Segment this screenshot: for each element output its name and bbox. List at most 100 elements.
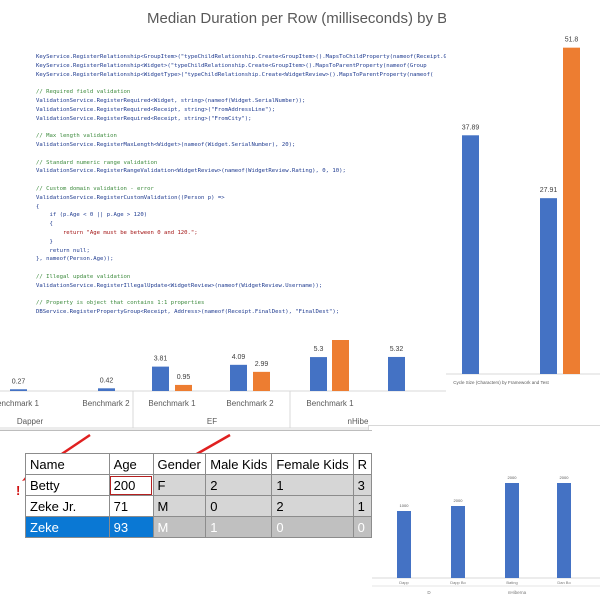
cell-gender[interactable]: M	[152, 516, 207, 538]
bar-series-1	[10, 389, 27, 391]
cell-gender[interactable]: F	[152, 474, 207, 496]
code-line: if (p.Age < 0 || p.Age > 120)	[36, 212, 148, 219]
data-label: 2.99	[255, 361, 269, 368]
column-header-age[interactable]: Age	[108, 453, 154, 475]
cell-r[interactable]: 1	[352, 495, 373, 517]
cell-male-kids[interactable]: 2	[205, 474, 273, 496]
right-chart-svg: 37.89 27.91 51.8 Cycle Size (Characters) b…	[446, 37, 600, 385]
cell-name[interactable]: Zeke Jr.	[25, 495, 110, 517]
code-line: KeyService.RegisterRelationship<Widget>(…	[36, 62, 427, 69]
cell-female-kids[interactable]: 2	[271, 495, 354, 517]
bar-series-2	[253, 371, 270, 391]
cell-gender[interactable]: M	[152, 495, 207, 517]
bar-series-2	[175, 384, 192, 391]
right-bar	[540, 198, 557, 374]
bar-series-1	[98, 388, 115, 391]
category-label: Benchmark 2	[82, 399, 130, 408]
small-bar	[451, 506, 465, 578]
data-label: 37.89	[462, 124, 480, 131]
category-label: Bating	[506, 580, 517, 585]
code-line: ValidationService.RegisterRequired<Recei…	[36, 115, 252, 122]
code-line: KeyService.RegisterRelationship<WidgetTy…	[36, 71, 434, 78]
code-line: ValidationService.RegisterCustomValidati…	[36, 194, 225, 201]
cell-age[interactable]: 71	[108, 495, 154, 517]
small-chart-panel: 1000 Dapp 2000 Dapp Bo 2000 Bating 2000 Dan Bo …	[368, 425, 600, 601]
table-row-selected[interactable]: Zeke 93 M 1 0 0	[25, 516, 373, 538]
row-error-icon: !	[16, 483, 21, 498]
code-line: }, nameof(Person.Age));	[36, 256, 114, 263]
small-chart-svg: 1000Dapp2000Dapp Bo2000Bating2000Dan Bo …	[369, 475, 600, 595]
cell-female-kids[interactable]: 0	[271, 516, 354, 538]
cell-age[interactable]: 93	[108, 516, 154, 538]
data-grid[interactable]: Name Age Gender Male Kids Female Kids R …	[25, 453, 373, 538]
code-line: // Custom domain validation - error	[36, 186, 154, 192]
data-label: 0.27	[12, 378, 26, 385]
table-row[interactable]: Betty 200 F 2 1 3	[25, 474, 373, 496]
right-axis-title: Cycle Size (Characters) by Framework and…	[453, 380, 549, 385]
bar-series-1	[388, 356, 405, 391]
code-line: // Property is object that contains 1:1 …	[36, 300, 205, 307]
code-line: ValidationService.RegisterRequired<Widge…	[36, 98, 306, 104]
category-label: Benchmark 1	[148, 399, 196, 408]
code-line: // Illegal update validation	[36, 274, 131, 280]
bar-series-1	[310, 357, 327, 391]
bar-series-1	[230, 364, 247, 391]
column-header-female-kids[interactable]: Female Kids	[271, 453, 354, 475]
code-line: ValidationService.RegisterRangeValidatio…	[36, 168, 346, 175]
group-label: nHibe	[348, 417, 369, 426]
code-line: return "Age must be between 0 and 120.";	[36, 230, 198, 236]
cell-name[interactable]: Betty	[25, 474, 110, 496]
column-header-name[interactable]: Name	[25, 453, 110, 475]
column-header-male-kids[interactable]: Male Kids	[205, 453, 273, 475]
small-bar	[557, 483, 571, 578]
bar-series-1	[152, 366, 169, 391]
datagrid-panel: ! Name Age Gender Male Kids Female Kids …	[0, 430, 373, 601]
data-label: 3.81	[154, 356, 168, 363]
small-bar	[505, 483, 519, 578]
small-axis-label: D	[427, 590, 431, 595]
code-line: // Required field validation	[36, 89, 131, 96]
data-label: 0.42	[100, 377, 114, 384]
category-label: Benchmark 1	[306, 399, 354, 408]
group-label: Dapper	[17, 417, 44, 426]
code-line: // Max length validation	[36, 133, 117, 140]
data-label: 2000	[560, 475, 570, 480]
data-label: 4.09	[232, 354, 246, 361]
right-bar	[563, 47, 580, 374]
cell-male-kids[interactable]: 0	[205, 495, 273, 517]
cell-r[interactable]: 0	[352, 516, 373, 538]
right-chart-panel: 37.89 27.91 51.8 Cycle Size (Characters) b…	[446, 12, 600, 392]
cell-male-kids[interactable]: 1	[205, 516, 273, 538]
right-bar	[462, 135, 479, 374]
data-label: 2000	[454, 498, 464, 503]
category-label: Dan Bo	[557, 580, 571, 585]
code-line: ValidationService.RegisterRequired<Recei…	[36, 106, 276, 113]
table-row[interactable]: Zeke Jr. 71 M 0 2 1	[25, 495, 373, 517]
code-line: }	[36, 238, 53, 245]
code-line: // Standard numeric range validation	[36, 159, 158, 166]
grid-header-row: Name Age Gender Male Kids Female Kids R	[25, 453, 373, 475]
code-line: ValidationService.RegisterIllegalUpdate<…	[36, 282, 323, 289]
cell-female-kids[interactable]: 1	[271, 474, 354, 496]
code-line: KeyService.RegisterRelationship<GroupIte…	[36, 54, 454, 60]
data-label: 5.3	[314, 346, 324, 353]
cell-r[interactable]: 3	[352, 474, 373, 496]
small-axis-label: nHiberna	[508, 590, 527, 595]
column-header-r[interactable]: R	[352, 453, 373, 475]
code-line: return null;	[36, 247, 90, 254]
column-header-gender[interactable]: Gender	[152, 453, 207, 475]
data-label: 2000	[508, 475, 518, 480]
cell-name[interactable]: Zeke	[25, 516, 110, 538]
code-line: {	[36, 221, 53, 228]
code-line: {	[36, 203, 40, 210]
data-label: 1000	[400, 503, 410, 508]
cell-age-invalid[interactable]: 200	[108, 474, 154, 496]
group-label: EF	[207, 417, 217, 426]
category-label: Dapp	[399, 580, 409, 585]
category-label: Dapp Bo	[450, 580, 466, 585]
small-bar	[397, 511, 411, 578]
data-label: 0.95	[177, 374, 191, 381]
category-label: enchmark 1	[0, 399, 39, 408]
code-line: ValidationService.RegisterMaxLength<Widg…	[36, 142, 296, 148]
data-label: 51.8	[565, 37, 579, 44]
